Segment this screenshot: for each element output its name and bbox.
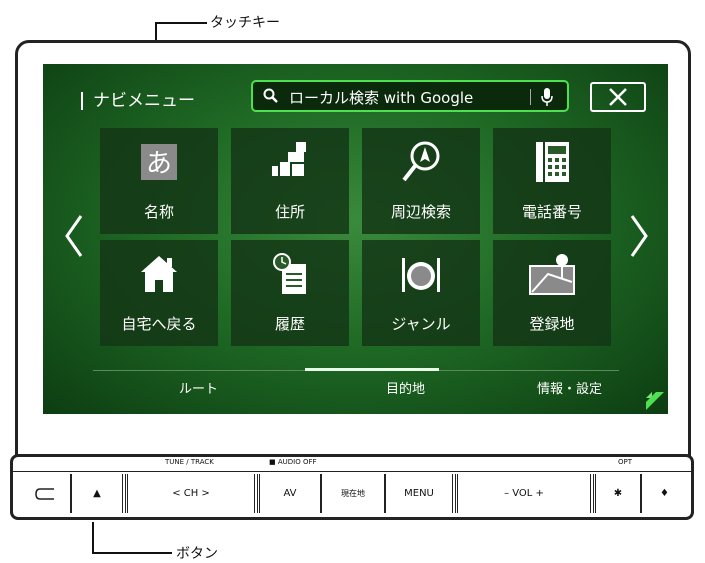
tab-route[interactable]: ルート (179, 378, 218, 397)
tile-label: 登録地 (529, 315, 575, 333)
home-icon (139, 252, 179, 296)
callout-line-bottom-h (92, 552, 172, 554)
ch-button[interactable]: < CH > (125, 474, 255, 513)
tune-track-label: TUNE / TRACK (165, 458, 214, 466)
a-hiragana-icon: あ (139, 140, 179, 184)
mic-button[interactable]: ♦ (641, 474, 687, 513)
map-pin-icon (529, 252, 575, 296)
hardware-button-strip: TUNE / TRACK ■ AUDIO OFF OPT ▲ < CH > AV… (10, 454, 694, 520)
tile-label: ジャンル (391, 315, 451, 333)
tile-label: 自宅へ戻る (121, 315, 197, 333)
tile-label: 住所 (274, 203, 305, 221)
svg-text:あ: あ (146, 149, 172, 179)
corner-fold-icon (646, 392, 664, 410)
search-box[interactable]: ローカル検索 with Google (251, 80, 569, 112)
tile-registered-locations[interactable]: 登録地 (493, 240, 611, 346)
tile-address[interactable]: 住所 (231, 128, 349, 234)
power-slot-icon (34, 487, 54, 500)
audio-off-label: ■ AUDIO OFF (269, 458, 317, 466)
tile-history[interactable]: 履歴 (231, 240, 349, 346)
tile-phone-number[interactable]: 電話番号 (493, 128, 611, 234)
microphone-icon[interactable] (541, 87, 553, 111)
phone-icon (532, 140, 572, 184)
tile-label: 電話番号 (521, 203, 582, 221)
compass-search-icon (401, 140, 441, 184)
tile-label: 履歴 (274, 315, 305, 333)
navi-screen: ナビメニュー ローカル検索 with Google あ 名称 住所 周辺検索 電… (43, 64, 668, 414)
power-button[interactable] (19, 474, 71, 513)
close-icon (609, 88, 627, 106)
star-button[interactable]: ✱ (593, 474, 641, 513)
close-button[interactable] (590, 82, 646, 112)
search-icon (263, 88, 279, 108)
tile-nearby-search[interactable]: 周辺検索 (362, 128, 480, 234)
active-tab-indicator (305, 368, 439, 371)
tile-name[interactable]: あ 名称 (100, 128, 218, 234)
prev-page-arrow-icon[interactable] (63, 214, 85, 258)
callout-touch-key: タッチキー (210, 15, 280, 31)
search-label: ローカル検索 with Google (289, 89, 474, 107)
tab-destination[interactable]: 目的地 (386, 378, 425, 397)
history-icon (270, 252, 310, 296)
av-button[interactable]: AV (257, 474, 321, 513)
map-blocks-icon (270, 140, 310, 184)
callout-line-bottom-v (92, 522, 94, 554)
next-page-arrow-icon[interactable] (628, 214, 650, 258)
tab-info-settings[interactable]: 情報・設定 (537, 378, 602, 397)
search-divider (530, 89, 531, 105)
menu-button[interactable]: MENU (385, 474, 453, 513)
strip-divider (13, 471, 691, 472)
tile-genre[interactable]: ジャンル (362, 240, 480, 346)
menu-title: ナビメニュー (81, 86, 195, 111)
tile-go-home[interactable]: 自宅へ戻る (100, 240, 218, 346)
vol-button[interactable]: – VOL + (455, 474, 591, 513)
callout-buttons: ボタン (176, 546, 218, 562)
tile-label: 周辺検索 (390, 203, 451, 221)
restaurant-icon (401, 252, 441, 296)
callout-line-top-h (155, 22, 207, 24)
current-location-button[interactable]: 現在地 (321, 474, 385, 513)
opt-label: OPT (618, 458, 633, 466)
eject-button[interactable]: ▲ (71, 474, 123, 513)
tile-label: 名称 (143, 203, 174, 221)
